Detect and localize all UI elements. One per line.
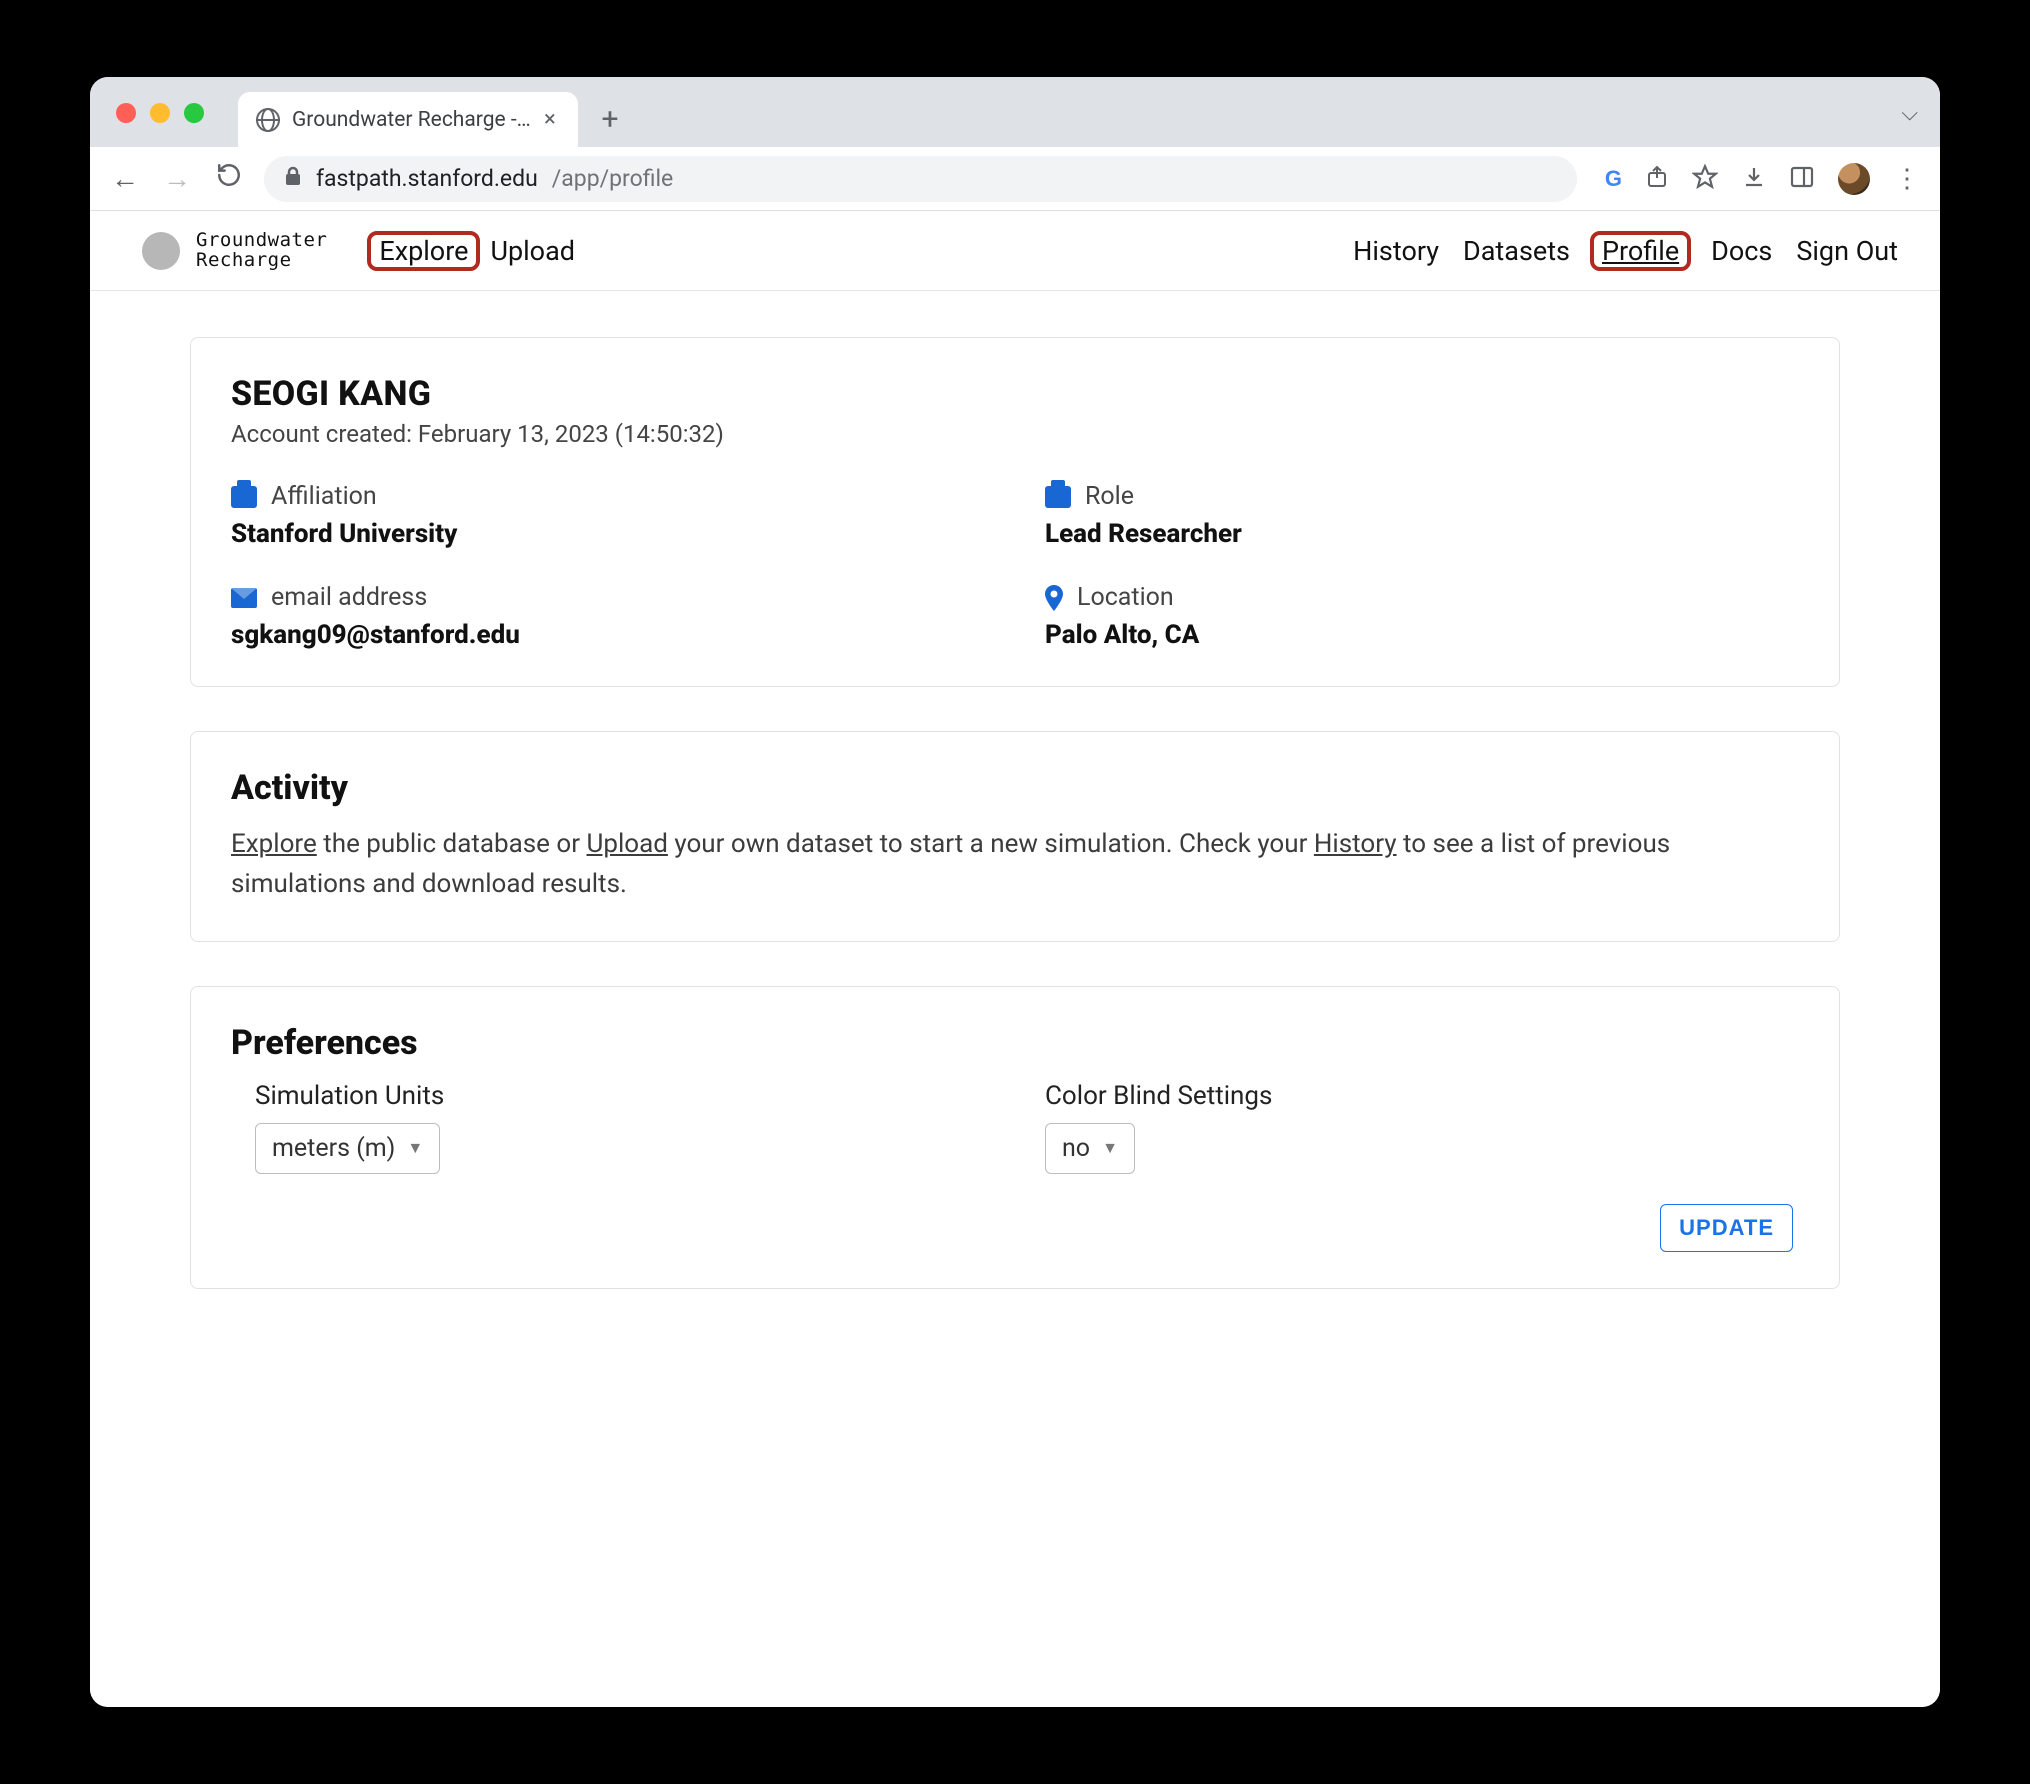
preferences-title: Preferences bbox=[231, 1023, 1799, 1063]
nav-left: Explore Upload bbox=[367, 231, 579, 271]
app-header: Groundwater Recharge Explore Upload Hist… bbox=[90, 211, 1940, 291]
profile-card: SEOGI KANG Account created: February 13,… bbox=[190, 337, 1840, 687]
units-select[interactable]: meters (m) ▼ bbox=[255, 1123, 440, 1174]
browser-toolbar: ← → fastpath.stanford.edu/app/profile G bbox=[90, 147, 1940, 211]
briefcase-icon bbox=[1045, 486, 1071, 508]
nav-explore[interactable]: Explore bbox=[375, 233, 472, 269]
role-label: Role bbox=[1085, 482, 1134, 511]
activity-t1: the public database or bbox=[317, 829, 587, 859]
address-bar[interactable]: fastpath.stanford.edu/app/profile bbox=[264, 156, 1577, 202]
url-host: fastpath.stanford.edu bbox=[316, 165, 538, 192]
browser-window: Groundwater Recharge - Welco × + ⌵ ← → f… bbox=[90, 77, 1940, 1707]
location-value: Palo Alto, CA bbox=[1045, 620, 1799, 650]
role-value: Lead Researcher bbox=[1045, 519, 1799, 549]
nav-datasets[interactable]: Datasets bbox=[1459, 233, 1574, 269]
lock-icon bbox=[284, 166, 302, 191]
tab-title: Groundwater Recharge - Welco bbox=[292, 108, 532, 132]
location-pin-icon bbox=[1045, 585, 1063, 611]
location-label: Location bbox=[1077, 583, 1174, 612]
units-label: Simulation Units bbox=[255, 1081, 985, 1111]
annotation-box-profile: Profile bbox=[1590, 231, 1691, 271]
download-icon[interactable] bbox=[1742, 165, 1766, 193]
window-minimize-button[interactable] bbox=[150, 103, 170, 123]
account-created: Account created: February 13, 2023 (14:5… bbox=[231, 420, 1799, 448]
field-location: Location Palo Alto, CA bbox=[1045, 583, 1799, 650]
nav-right: History Datasets Profile Docs Sign Out bbox=[1349, 231, 1902, 271]
profile-name: SEOGI KANG bbox=[231, 374, 1799, 414]
brand-text: Groundwater Recharge bbox=[196, 231, 327, 271]
briefcase-icon bbox=[231, 486, 257, 508]
activity-text: Explore the public database or Upload yo… bbox=[231, 824, 1799, 905]
email-value: sgkang09@stanford.edu bbox=[231, 620, 985, 650]
forward-button[interactable]: → bbox=[160, 162, 194, 195]
units-value: meters (m) bbox=[272, 1134, 395, 1163]
nav-upload[interactable]: Upload bbox=[486, 233, 579, 269]
url-path: /app/profile bbox=[552, 165, 673, 192]
activity-card: Activity Explore the public database or … bbox=[190, 731, 1840, 942]
activity-history-link[interactable]: History bbox=[1314, 829, 1397, 859]
cb-value: no bbox=[1062, 1134, 1090, 1163]
profile-avatar[interactable] bbox=[1838, 163, 1870, 195]
mail-icon bbox=[231, 588, 257, 608]
chevron-down-icon: ▼ bbox=[1102, 1138, 1118, 1158]
nav-history[interactable]: History bbox=[1349, 233, 1443, 269]
window-fullscreen-button[interactable] bbox=[184, 103, 204, 123]
update-button[interactable]: UPDATE bbox=[1660, 1204, 1793, 1252]
brand-line1: Groundwater bbox=[196, 231, 327, 251]
activity-upload-link[interactable]: Upload bbox=[586, 829, 667, 859]
pref-units: Simulation Units meters (m) ▼ bbox=[255, 1081, 985, 1174]
globe-icon bbox=[256, 108, 280, 132]
preferences-card: Preferences Simulation Units meters (m) … bbox=[190, 986, 1840, 1289]
nav-profile[interactable]: Profile bbox=[1598, 233, 1683, 269]
google-icon[interactable]: G bbox=[1605, 166, 1622, 192]
panel-icon[interactable] bbox=[1790, 166, 1814, 192]
kebab-menu-icon[interactable]: ⋮ bbox=[1894, 164, 1922, 194]
bookmark-star-icon[interactable] bbox=[1692, 164, 1718, 194]
activity-title: Activity bbox=[231, 768, 1799, 808]
nav-signout[interactable]: Sign Out bbox=[1792, 233, 1902, 269]
activity-explore-link[interactable]: Explore bbox=[231, 829, 317, 859]
tab-strip: Groundwater Recharge - Welco × + ⌵ bbox=[90, 77, 1940, 147]
brand[interactable]: Groundwater Recharge bbox=[142, 231, 327, 271]
affiliation-value: Stanford University bbox=[231, 519, 985, 549]
share-icon[interactable] bbox=[1646, 165, 1668, 193]
field-affiliation: Affiliation Stanford University bbox=[231, 482, 985, 549]
back-button[interactable]: ← bbox=[108, 162, 142, 195]
brand-logo-icon bbox=[142, 232, 180, 270]
brand-line2: Recharge bbox=[196, 251, 327, 271]
tabs-dropdown-button[interactable]: ⌵ bbox=[1901, 101, 1918, 126]
window-close-button[interactable] bbox=[116, 103, 136, 123]
pref-colorblind: Color Blind Settings no ▼ bbox=[1045, 1081, 1775, 1174]
browser-tab[interactable]: Groundwater Recharge - Welco × bbox=[238, 92, 578, 147]
field-email: email address sgkang09@stanford.edu bbox=[231, 583, 985, 650]
cb-label: Color Blind Settings bbox=[1045, 1081, 1775, 1111]
reload-button[interactable] bbox=[212, 162, 246, 195]
toolbar-right: G ⋮ bbox=[1605, 163, 1922, 195]
annotation-box-explore: Explore bbox=[367, 231, 480, 271]
activity-t2: your own dataset to start a new simulati… bbox=[668, 829, 1314, 859]
page-content: SEOGI KANG Account created: February 13,… bbox=[90, 291, 1940, 1707]
nav-docs[interactable]: Docs bbox=[1707, 233, 1776, 269]
field-role: Role Lead Researcher bbox=[1045, 482, 1799, 549]
chevron-down-icon: ▼ bbox=[407, 1138, 423, 1158]
email-label: email address bbox=[271, 583, 427, 612]
tab-close-button[interactable]: × bbox=[544, 107, 556, 132]
affiliation-label: Affiliation bbox=[271, 482, 377, 511]
cb-select[interactable]: no ▼ bbox=[1045, 1123, 1135, 1174]
new-tab-button[interactable]: + bbox=[588, 97, 632, 141]
window-controls bbox=[116, 103, 204, 123]
